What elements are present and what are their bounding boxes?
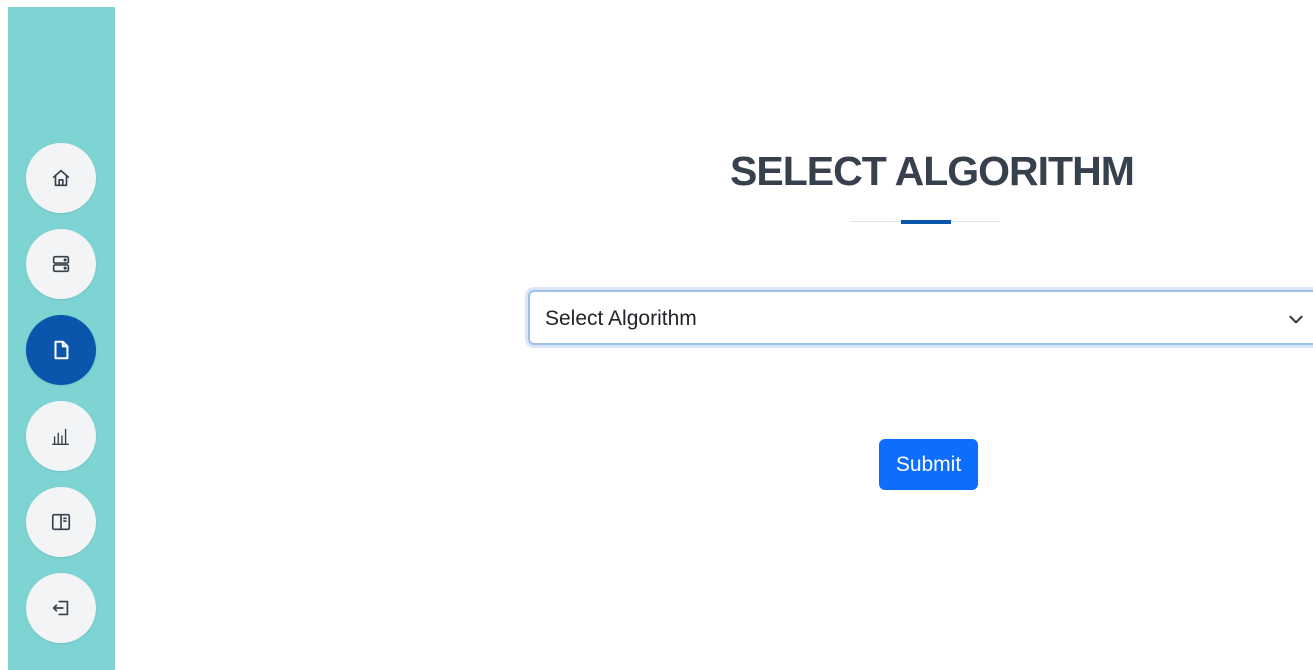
- chevron-down-icon: [1289, 315, 1303, 324]
- nav-logout-button[interactable]: [26, 573, 96, 643]
- logout-icon: [52, 600, 69, 616]
- page-title: SELECT ALGORITHM: [730, 148, 1135, 194]
- nav-file-button[interactable]: [26, 315, 96, 385]
- submit-button[interactable]: Submit: [879, 439, 978, 490]
- nav-server-button[interactable]: [26, 229, 96, 299]
- layout-icon: [51, 513, 71, 531]
- server-icon: [52, 255, 70, 273]
- nav-layout-button[interactable]: [26, 487, 96, 557]
- home-icon: [52, 169, 70, 187]
- title-accent-bar: [901, 220, 951, 224]
- nav-chart-button[interactable]: [26, 401, 96, 471]
- nav-home-button[interactable]: [26, 143, 96, 213]
- algorithm-select[interactable]: Select Algorithm: [528, 290, 1313, 345]
- sidebar: [8, 7, 115, 670]
- bar-chart-icon: [52, 428, 70, 445]
- algorithm-select-value: Select Algorithm: [545, 307, 697, 330]
- file-icon: [54, 340, 69, 360]
